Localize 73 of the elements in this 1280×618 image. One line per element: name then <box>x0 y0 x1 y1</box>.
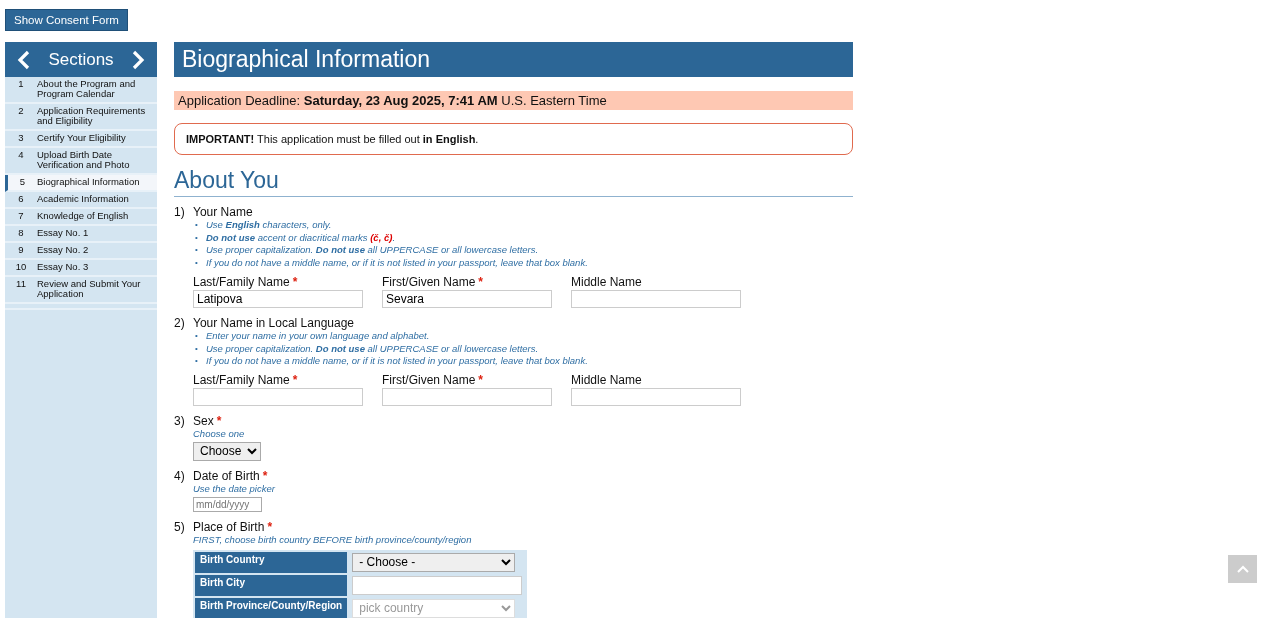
required-asterisk: * <box>262 468 268 483</box>
field-label: Middle Name <box>571 372 642 387</box>
text-field[interactable] <box>382 387 552 406</box>
field-label: First/Given Name <box>382 372 476 387</box>
table-row-header: Birth Country <box>195 551 348 573</box>
required-asterisk: * <box>292 372 298 387</box>
required-asterisk: * <box>267 519 273 534</box>
question-number: 1) <box>174 205 186 221</box>
hint-text: Choose one <box>193 427 246 440</box>
hint-text: Use English characters, only. <box>206 219 333 232</box>
table-row-header: Birth Province/County/Region <box>195 597 348 618</box>
bullet: • <box>195 355 199 368</box>
deadline-banner: Application Deadline: Saturday, 23 Aug 2025, 7:41 AM U.S. Eastern Time <box>174 91 853 110</box>
question-number: 5) <box>174 519 186 536</box>
sidebar-item[interactable]: 5 Biographical Information <box>5 175 157 192</box>
question-label: Place of Birth <box>193 519 265 534</box>
previous-chevron-icon[interactable] <box>17 49 31 70</box>
page-title: Biographical Information <box>174 42 853 77</box>
hint-text: If you do not have a middle name, or if it is not listed in your passport, leave that box blank. <box>206 355 589 368</box>
table-row-header: Birth City <box>195 574 348 596</box>
hint-text: If you do not have a middle name, or if it is not listed in your passport, leave that box blank. <box>206 257 589 270</box>
text-field[interactable] <box>193 387 363 406</box>
sidebar-item[interactable]: 8 Essay No. 1 <box>5 226 157 243</box>
bullet: • <box>195 219 199 231</box>
hint-text: Use proper capitalization. Do not use all UPPERCASE or all lowercase letters. <box>206 244 540 258</box>
consent-form-button[interactable]: Show Consent Form <box>5 9 128 31</box>
bullet: • <box>195 257 199 270</box>
sidebar-item[interactable]: 7 Knowledge of English <box>5 209 157 226</box>
field-label: Middle Name <box>571 274 642 289</box>
question-label: Sex <box>193 413 214 428</box>
sidebar-item[interactable]: 6 Academic Information <box>5 192 157 209</box>
question-label: Your Name in Local Language <box>193 315 354 330</box>
sidebar-item[interactable]: 11 Review and Submit Your Application <box>5 277 157 304</box>
text-field[interactable] <box>352 575 523 595</box>
hint-text: Enter your name in your own language and alphabet. <box>206 329 431 343</box>
sidebar-title: Sections <box>48 48 114 71</box>
text-field[interactable] <box>571 387 741 406</box>
hint-text: FIRST, choose birth country BEFORE birth province/county/region <box>193 533 473 546</box>
field-label: Last/Family Name <box>193 274 290 289</box>
hint-text: Use proper capitalization. Do not use all UPPERCASE or all lowercase letters. <box>206 342 540 356</box>
question-number: 4) <box>174 468 186 485</box>
question-number: 3) <box>174 413 186 430</box>
required-asterisk: * <box>292 274 298 289</box>
scroll-to-top-button[interactable] <box>1228 555 1257 583</box>
sex-dropdown[interactable]: Choose <box>193 441 261 461</box>
sidebar-item[interactable]: 3 Certify Your Eligibility <box>5 131 157 148</box>
sidebar-item[interactable]: 1 About the Program and Program Calendar <box>5 77 157 104</box>
sidebar-item[interactable]: 10 Essay No. 3 <box>5 260 157 277</box>
bullet: • <box>195 244 199 257</box>
text-field[interactable] <box>571 289 741 308</box>
sidebar-item[interactable]: 2 Application Requirements and Eligibility <box>5 104 157 131</box>
date-field[interactable]: mm/dd/yyyy <box>193 496 262 512</box>
field-label: Last/Family Name <box>193 372 290 387</box>
bullet: • <box>195 231 199 244</box>
chevron-up-icon <box>1236 565 1249 573</box>
field-label: First/Given Name <box>382 274 476 289</box>
important-notice: IMPORTANT! This application must be filled out in English. <box>174 123 853 155</box>
sidebar-item[interactable]: 9 Essay No. 2 <box>5 243 157 260</box>
required-asterisk: * <box>216 413 222 428</box>
required-asterisk: * <box>478 274 484 289</box>
hint-text: Do not use accent or diacritical marks (č, č). <box>206 231 396 245</box>
required-asterisk: * <box>478 372 484 387</box>
question-label: Date of Birth <box>193 468 260 483</box>
section-heading: About You <box>174 167 853 197</box>
question-number: 2) <box>174 315 186 332</box>
dropdown[interactable]: - Choose - <box>352 552 516 572</box>
hint-text: Use the date picker <box>193 482 276 495</box>
text-field[interactable]: Sevara <box>382 289 552 308</box>
bullet: • <box>195 329 199 342</box>
bullet: • <box>195 342 199 355</box>
next-chevron-icon[interactable] <box>131 49 145 70</box>
question-label: Your Name <box>193 205 253 219</box>
text-field[interactable]: Latipova <box>193 289 363 308</box>
